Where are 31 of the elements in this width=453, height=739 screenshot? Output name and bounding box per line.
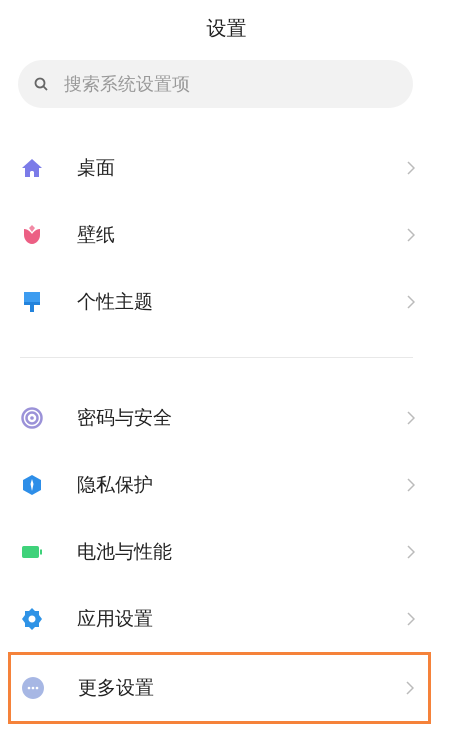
settings-item[interactable]: 桌面 [0, 134, 453, 201]
settings-item[interactable]: 电池与性能 [0, 518, 453, 585]
item-label: 桌面 [77, 156, 116, 180]
item-label: 应用设置 [77, 606, 154, 632]
settings-item[interactable]: 应用设置 [0, 585, 453, 652]
item-label: 更多设置 [78, 676, 155, 701]
item-label: 壁纸 [77, 222, 116, 248]
chevron-icon [407, 294, 415, 308]
settings-item[interactable]: 密码与安全 [0, 384, 453, 451]
item-label: 电池与性能 [77, 540, 173, 564]
settings-item[interactable]: 个性主题 [0, 268, 453, 335]
chevron-icon [407, 478, 415, 492]
chevron-icon [407, 544, 415, 558]
settings-item[interactable]: 隐私保护 [0, 451, 453, 518]
more-icon [21, 676, 45, 700]
item-label: 隐私保护 [77, 472, 154, 498]
search-field[interactable]: 搜索系统设置项 [18, 60, 413, 108]
search-icon [34, 77, 48, 91]
shield-icon [20, 472, 44, 496]
chevron-icon [407, 612, 415, 626]
chevron-icon [407, 160, 415, 174]
chevron-icon [407, 410, 415, 424]
chevron-icon [406, 681, 414, 695]
item-label: 个性主题 [77, 290, 154, 314]
page-title: 设置 [206, 15, 246, 42]
item-label: 密码与安全 [77, 406, 173, 430]
fingerprint-icon [20, 406, 44, 430]
gear-icon [20, 606, 44, 630]
settings-item[interactable]: 壁纸 [0, 201, 453, 268]
chevron-icon [407, 228, 415, 242]
highlighted-settings-item[interactable]: 更多设置 [8, 652, 431, 724]
